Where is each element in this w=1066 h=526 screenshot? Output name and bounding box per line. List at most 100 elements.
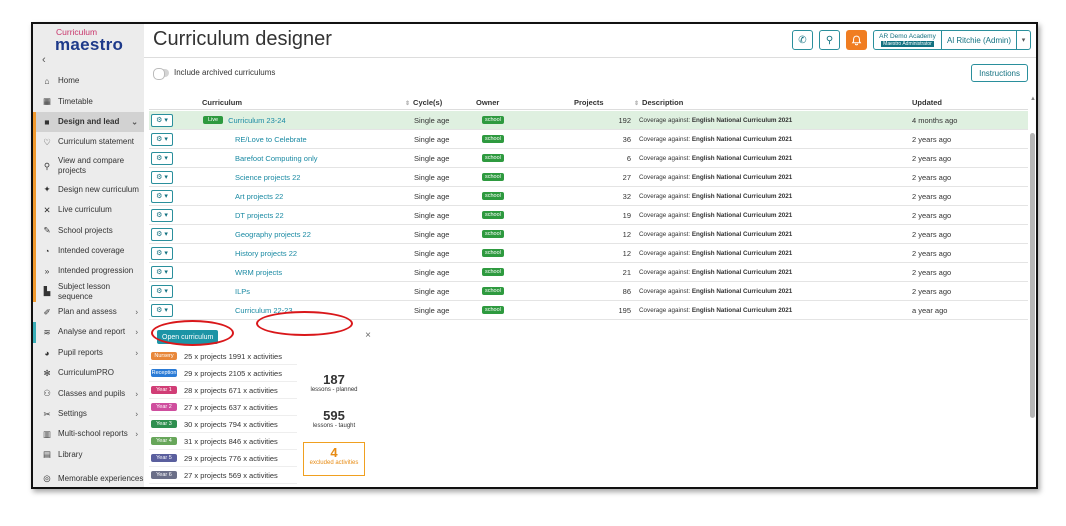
sidebar-item-curriculum-statement[interactable]: ♡ Curriculum statement — [33, 132, 144, 153]
cycles-cell: Single age — [414, 134, 450, 144]
instructions-button[interactable]: Instructions — [971, 64, 1028, 82]
sidebar-item-settings[interactable]: ✂ Settings › — [33, 404, 144, 424]
phone-button[interactable]: ✆ — [791, 30, 813, 50]
row-actions-gear-icon[interactable]: ⚙ ▾ — [151, 284, 173, 298]
chevron-left-icon[interactable]: ‹ — [42, 54, 46, 66]
row-actions-gear-icon[interactable]: ⚙ ▾ — [151, 189, 173, 203]
description-cell: Coverage against: English National Curri… — [639, 116, 793, 124]
table-row[interactable]: ⚙ ▾ History projects 22 Single age school 12… — [149, 244, 1028, 263]
user-name[interactable]: Al Ritchie (Admin) — [942, 31, 1016, 49]
account-menu[interactable]: AR Demo Academy Maestro Administrator Al… — [872, 30, 1031, 50]
table-row[interactable]: ⚙ ▾ Geography projects 22 Single age school… — [149, 225, 1028, 244]
row-actions-gear-icon[interactable]: ⚙ ▾ — [151, 265, 173, 279]
design-new-icon: ✦ — [43, 184, 51, 195]
owner-badge: school — [482, 249, 504, 257]
table-row[interactable]: ⚙ ▾ RE/Love to Celebrate Single age school 3… — [149, 130, 1028, 149]
row-actions-gear-icon[interactable]: ⚙ ▾ — [151, 208, 173, 222]
curriculum-link[interactable]: Barefoot Computing only — [235, 154, 318, 163]
curriculum-link[interactable]: ILPs — [235, 287, 250, 296]
sidebar-item-pupil-reports[interactable]: ◕ Pupil reports › — [33, 343, 144, 363]
sidebar-item-plan-and-assess[interactable]: ✐ Plan and assess › — [33, 302, 144, 322]
sidebar-item-intended-progression[interactable]: » Intended progression — [33, 261, 144, 282]
table-row[interactable]: ⚙ ▾ Science projects 22 Single age school 27… — [149, 168, 1028, 187]
projects-cell: 32 — [622, 191, 631, 201]
sidebar-item-library[interactable]: ▤ Library — [33, 445, 144, 465]
scroll-up-icon[interactable]: ▲ — [1030, 96, 1036, 102]
projects-cell: 12 — [622, 248, 631, 258]
chevron-icon[interactable]: › — [135, 430, 138, 439]
row-actions-gear-icon[interactable]: ⚙ ▾ — [151, 170, 173, 184]
sidebar-item-intended-coverage[interactable]: ◔ Intended coverage — [33, 240, 144, 262]
sidebar-item-live-curriculum[interactable]: ✕ Live curriculum — [33, 199, 144, 221]
chevron-icon[interactable]: › — [135, 328, 138, 337]
curriculum-link[interactable]: Science projects 22 — [235, 173, 300, 182]
sidebar-item-school-projects[interactable]: ✎ School projects — [33, 220, 144, 241]
description-cell: Coverage against: English National Curri… — [639, 249, 793, 257]
sidebar-item-curriculumpro[interactable]: ✻ CurriculumPRO — [33, 363, 144, 383]
sidebar-item-subject-lesson-sequence[interactable]: ▙ Subject lesson sequence — [33, 281, 144, 302]
chevron-icon[interactable]: › — [135, 308, 138, 317]
chevron-icon[interactable]: › — [135, 348, 138, 357]
row-actions-gear-icon[interactable]: ⚙ ▾ — [151, 246, 173, 260]
column-description[interactable]: ⇕ Description — [634, 98, 683, 107]
logo[interactable]: Curriculum maestro — [55, 28, 135, 54]
sidebar-item-timetable[interactable]: ▦ Timetable — [33, 91, 144, 111]
sidebar-item-design-new-curriculum[interactable]: ✦ Design new curriculum — [33, 179, 144, 200]
year-row: Year 5 29 x projects 776 x activities — [149, 450, 297, 467]
curriculum-link[interactable]: History projects 22 — [235, 249, 297, 258]
table-row[interactable]: ⚙ ▾ ILPs Single age school 86 Coverage agains… — [149, 282, 1028, 301]
column-projects[interactable]: Projects — [574, 98, 604, 107]
sidebar-item-memorable-experiences[interactable]: ◎ Memorable experiences — [33, 465, 144, 487]
curriculum-link[interactable]: Curriculum 23-24 — [228, 116, 286, 125]
year-summary: 29 x projects 2105 x activities — [184, 368, 282, 378]
year-row: Year 1 28 x projects 671 x activities — [149, 382, 297, 399]
chevron-icon[interactable]: › — [135, 410, 138, 419]
curriculum-link[interactable]: WRM projects — [235, 268, 282, 277]
table-row[interactable]: ⚙ ▾ DT projects 22 Single age school 19 Cover… — [149, 206, 1028, 225]
search-icon: ⚲ — [825, 34, 834, 46]
bell-icon — [851, 35, 862, 45]
column-updated[interactable]: Updated — [912, 98, 942, 107]
chevron-icon[interactable]: › — [135, 389, 138, 398]
sidebar-item-label: View and compare projects — [58, 156, 125, 176]
row-actions-gear-icon[interactable]: ⚙ ▾ — [151, 151, 173, 165]
sidebar-item-design-and-lead[interactable]: ■ Design and lead ⌄ — [33, 111, 144, 133]
close-icon[interactable]: × — [365, 330, 371, 341]
search-button[interactable]: ⚲ — [818, 30, 840, 50]
sidebar-item-multi-school-reports[interactable]: ▥ Multi-school reports › — [33, 424, 144, 444]
table-row[interactable]: ⚙ ▾ Barefoot Computing only Single age scho… — [149, 149, 1028, 168]
table-row[interactable]: ⚙ ▾ Art projects 22 Single age school 32 Cove… — [149, 187, 1028, 206]
updated-cell: 2 years ago — [912, 229, 952, 239]
notifications-button[interactable] — [845, 30, 867, 50]
curriculum-link[interactable]: DT projects 22 — [235, 211, 284, 220]
column-curriculum[interactable]: Curriculum — [202, 98, 242, 107]
scrollbar[interactable]: ▲ — [1030, 96, 1036, 486]
sidebar-item-home[interactable]: ⌂ Home — [33, 71, 144, 91]
row-actions-gear-icon[interactable]: ⚙ ▾ — [151, 303, 173, 317]
column-cycles[interactable]: ⇕ Cycle(s) — [405, 98, 442, 107]
sidebar-item-classes-and-pupils[interactable]: ⚇ Classes and pupils › — [33, 383, 144, 403]
taught-stat: 595 lessons - taught — [303, 408, 365, 429]
curriculum-link[interactable]: Geography projects 22 — [235, 230, 311, 239]
column-owner[interactable]: Owner — [476, 98, 499, 107]
scroll-thumb[interactable] — [1030, 133, 1035, 418]
sidebar-item-analyse-and-report[interactable]: ≋ Analyse and report › — [33, 322, 144, 343]
row-actions-gear-icon[interactable]: ⚙ ▾ — [151, 132, 173, 146]
archive-toggle[interactable] — [153, 67, 169, 80]
curriculum-link[interactable]: RE/Love to Celebrate — [235, 135, 307, 144]
school-switcher[interactable]: AR Demo Academy Maestro Administrator — [874, 31, 942, 49]
row-actions-gear-icon[interactable]: ⚙ ▾ — [151, 227, 173, 241]
sidebar-item-view-and-compare-projects[interactable]: ⚲ View and compare projects — [33, 152, 144, 180]
table-row[interactable]: ⚙ ▾ Live Curriculum 23-24 Single age school 1… — [149, 111, 1028, 130]
updated-cell: 2 years ago — [912, 134, 952, 144]
chevron-icon[interactable]: ⌄ — [131, 117, 138, 126]
owner-badge: school — [482, 230, 504, 238]
table-row[interactable]: ⚙ ▾ WRM projects Single age school 21 Coverag… — [149, 263, 1028, 282]
year-summary: 28 x projects 671 x activities — [184, 385, 278, 395]
excluded-stat[interactable]: 4 excluded activities — [303, 442, 365, 476]
row-actions-gear-icon[interactable]: ⚙ ▾ — [151, 113, 173, 127]
chevron-down-icon[interactable]: ▾ — [1016, 31, 1030, 49]
logo-main-text: maestro — [55, 35, 124, 54]
curriculum-link[interactable]: Art projects 22 — [235, 192, 283, 201]
cycles-cell: Single age — [414, 172, 450, 182]
